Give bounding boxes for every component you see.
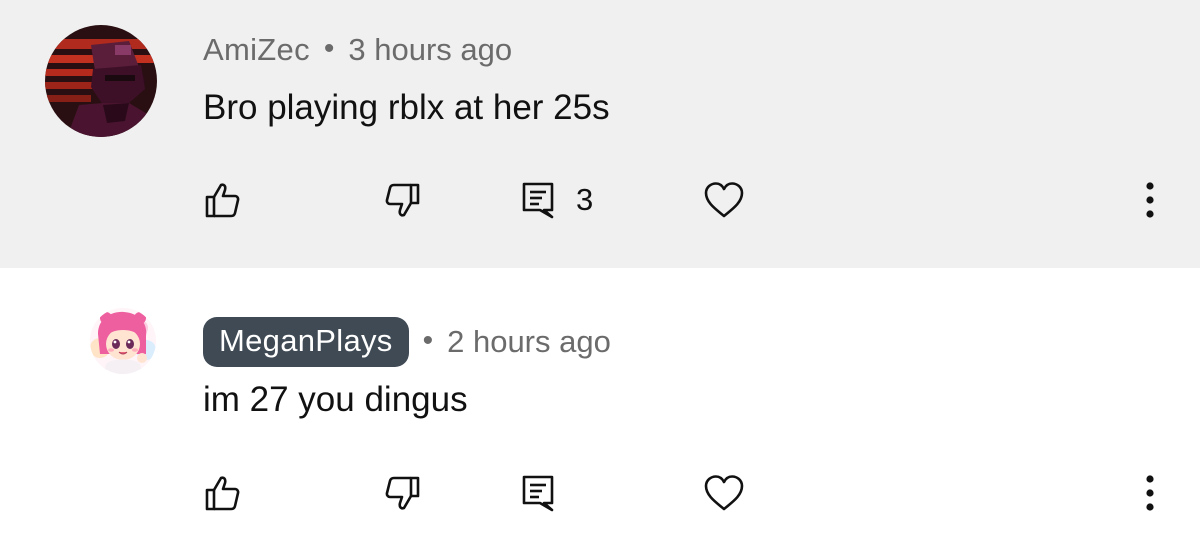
comment-text: im 27 you dingus [203,380,468,419]
thumbs-down-icon [385,183,420,217]
avatar[interactable] [45,25,157,137]
like-button[interactable] [203,468,241,518]
heart-icon [704,475,744,511]
thumbs-up-icon [205,183,240,218]
reply-button[interactable]: 3 [520,175,593,225]
meta-separator: • [422,324,434,357]
dislike-button[interactable] [384,468,422,518]
reply-icon [522,475,554,512]
timestamp: 3 hours ago [348,32,513,67]
heart-icon [704,182,744,218]
more-vertical-icon [1146,475,1154,511]
avatar[interactable] [90,308,156,374]
comment-meta: AmiZec • 3 hours ago [203,30,512,70]
comment-text: Bro playing rblx at her 25s [203,88,610,127]
comment-meta: MeganPlays • 2 hours ago [203,316,611,368]
thumbs-up-icon [205,476,240,511]
comment-item: MeganPlays • 2 hours ago im 27 you dingu… [0,268,1200,545]
reply-button[interactable] [520,468,556,518]
reply-count: 3 [576,182,594,217]
timestamp: 2 hours ago [447,324,611,359]
author-badge[interactable]: MeganPlays [203,317,409,367]
hooded-figure-avatar-icon [45,25,157,137]
comment-item: AmiZec • 3 hours ago Bro playing rblx at… [0,0,1200,268]
heart-button[interactable] [703,468,745,518]
pink-hair-character-avatar-icon [90,308,156,374]
thumbs-down-icon [385,476,420,510]
meta-separator: • [323,32,335,65]
more-vertical-icon [1146,182,1154,218]
comment-actions [0,468,1200,518]
like-button[interactable] [203,175,241,225]
reply-icon [522,182,554,219]
more-options-button[interactable] [1136,175,1164,225]
comment-thread: AmiZec • 3 hours ago Bro playing rblx at… [0,0,1200,545]
author-name[interactable]: AmiZec [203,32,310,68]
comment-actions: 3 [0,175,1200,225]
heart-button[interactable] [703,175,745,225]
more-options-button[interactable] [1136,468,1164,518]
dislike-button[interactable] [384,175,422,225]
